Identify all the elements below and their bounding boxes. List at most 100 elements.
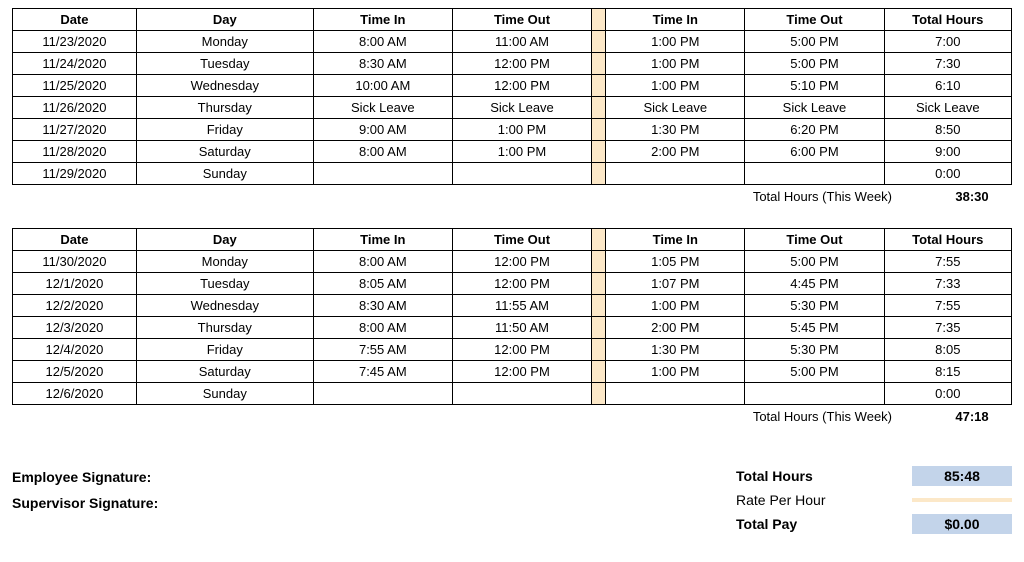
cell-time-in-2: Sick Leave — [606, 97, 745, 119]
summary-block: Total Hours 85:48 Rate Per Hour Total Pa… — [732, 464, 1012, 536]
cell-time-out-2: 5:10 PM — [745, 75, 884, 97]
cell-time-in-2 — [606, 163, 745, 185]
column-separator — [592, 383, 606, 405]
cell-time-in-2: 2:00 PM — [606, 317, 745, 339]
table-row: 11/25/2020Wednesday10:00 AM12:00 PM1:00 … — [13, 75, 1012, 97]
table-header-row: Date Day Time In Time Out Time In Time O… — [13, 9, 1012, 31]
cell-time-out-2: 6:20 PM — [745, 119, 884, 141]
cell-date: 12/1/2020 — [13, 273, 137, 295]
rate-per-hour-label: Rate Per Hour — [732, 492, 912, 508]
cell-time-out-2: 6:00 PM — [745, 141, 884, 163]
cell-time-out-2: 5:45 PM — [745, 317, 884, 339]
rate-per-hour-value — [912, 498, 1012, 502]
cell-time-in-1: 8:00 AM — [313, 251, 452, 273]
cell-time-in-2: 1:30 PM — [606, 119, 745, 141]
cell-time-in-1: 10:00 AM — [313, 75, 452, 97]
column-separator — [592, 251, 606, 273]
column-separator — [592, 9, 606, 31]
column-separator — [592, 229, 606, 251]
total-pay-value: $0.00 — [912, 514, 1012, 534]
cell-time-out-2: 5:00 PM — [745, 53, 884, 75]
cell-time-out-2: 5:00 PM — [745, 251, 884, 273]
header-time-in-2: Time In — [606, 229, 745, 251]
column-separator — [592, 31, 606, 53]
cell-time-in-1 — [313, 163, 452, 185]
week2-total-row: Total Hours (This Week) 47:18 — [12, 409, 1012, 424]
column-separator — [592, 53, 606, 75]
column-separator — [592, 295, 606, 317]
cell-time-out-2: 4:45 PM — [745, 273, 884, 295]
cell-time-out-1: 12:00 PM — [452, 251, 591, 273]
header-time-out-2: Time Out — [745, 229, 884, 251]
week1-total-row: Total Hours (This Week) 38:30 — [12, 189, 1012, 204]
cell-date: 11/23/2020 — [13, 31, 137, 53]
cell-day: Tuesday — [136, 53, 313, 75]
table-row: 11/23/2020Monday8:00 AM11:00 AM 1:00 PM5:… — [13, 31, 1012, 53]
table-row: 11/24/2020Tuesday8:30 AM12:00 PM1:00 PM5… — [13, 53, 1012, 75]
cell-time-in-2: 1:05 PM — [606, 251, 745, 273]
cell-time-out-1: 11:00 AM — [452, 31, 591, 53]
cell-total: 7:30 — [884, 53, 1011, 75]
header-time-in: Time In — [313, 229, 452, 251]
cell-time-out-2: 5:00 PM — [745, 31, 884, 53]
cell-day: Saturday — [136, 141, 313, 163]
table-row: 12/3/2020Thursday8:00 AM11:50 AM2:00 PM5… — [13, 317, 1012, 339]
cell-date: 11/28/2020 — [13, 141, 137, 163]
column-separator — [592, 163, 606, 185]
column-separator — [592, 273, 606, 295]
cell-time-in-1: 8:00 AM — [313, 31, 452, 53]
cell-time-out-2: 5:30 PM — [745, 339, 884, 361]
cell-day: Sunday — [136, 163, 313, 185]
cell-day: Monday — [136, 31, 313, 53]
cell-date: 12/4/2020 — [13, 339, 137, 361]
table-header-row: Date Day Time In Time Out Time In Time O… — [13, 229, 1012, 251]
column-separator — [592, 75, 606, 97]
column-separator — [592, 339, 606, 361]
column-separator — [592, 361, 606, 383]
week1-total-label: Total Hours (This Week) — [753, 189, 932, 204]
cell-date: 12/2/2020 — [13, 295, 137, 317]
cell-time-in-1: 8:30 AM — [313, 53, 452, 75]
cell-time-out-1: 12:00 PM — [452, 339, 591, 361]
cell-day: Monday — [136, 251, 313, 273]
cell-time-in-1: 7:45 AM — [313, 361, 452, 383]
cell-day: Thursday — [136, 317, 313, 339]
employee-signature-label: Employee Signature: — [12, 464, 158, 490]
cell-day: Wednesday — [136, 295, 313, 317]
header-time-out-2: Time Out — [745, 9, 884, 31]
cell-time-out-1: 12:00 PM — [452, 75, 591, 97]
cell-time-in-1: 9:00 AM — [313, 119, 452, 141]
cell-time-out-2: 5:00 PM — [745, 361, 884, 383]
cell-time-in-2: 1:00 PM — [606, 361, 745, 383]
cell-time-in-1: 8:30 AM — [313, 295, 452, 317]
cell-total: 6:10 — [884, 75, 1011, 97]
cell-time-out-1: Sick Leave — [452, 97, 591, 119]
cell-day: Sunday — [136, 383, 313, 405]
cell-time-in-1: 8:05 AM — [313, 273, 452, 295]
cell-time-in-2: 2:00 PM — [606, 141, 745, 163]
header-time-in: Time In — [313, 9, 452, 31]
cell-time-out-1 — [452, 383, 591, 405]
header-time-in-2: Time In — [606, 9, 745, 31]
cell-time-out-2: Sick Leave — [745, 97, 884, 119]
cell-time-in-1: Sick Leave — [313, 97, 452, 119]
cell-date: 11/26/2020 — [13, 97, 137, 119]
cell-time-in-2: 1:00 PM — [606, 31, 745, 53]
cell-time-out-2 — [745, 163, 884, 185]
cell-day: Saturday — [136, 361, 313, 383]
table-row: 11/27/2020Friday9:00 AM1:00 PM1:30 PM6:2… — [13, 119, 1012, 141]
supervisor-signature-label: Supervisor Signature: — [12, 490, 158, 516]
header-total-hours: Total Hours — [884, 229, 1011, 251]
column-separator — [592, 141, 606, 163]
cell-total: 0:00 — [884, 383, 1011, 405]
header-day: Day — [136, 229, 313, 251]
cell-total: 7:33 — [884, 273, 1011, 295]
cell-total: 7:55 — [884, 295, 1011, 317]
cell-time-out-2 — [745, 383, 884, 405]
table-row: 12/2/2020Wednesday8:30 AM11:55 AM1:00 PM… — [13, 295, 1012, 317]
total-hours-label: Total Hours — [732, 468, 912, 484]
cell-total: 7:55 — [884, 251, 1011, 273]
cell-date: 12/6/2020 — [13, 383, 137, 405]
cell-date: 11/30/2020 — [13, 251, 137, 273]
cell-time-in-1: 7:55 AM — [313, 339, 452, 361]
